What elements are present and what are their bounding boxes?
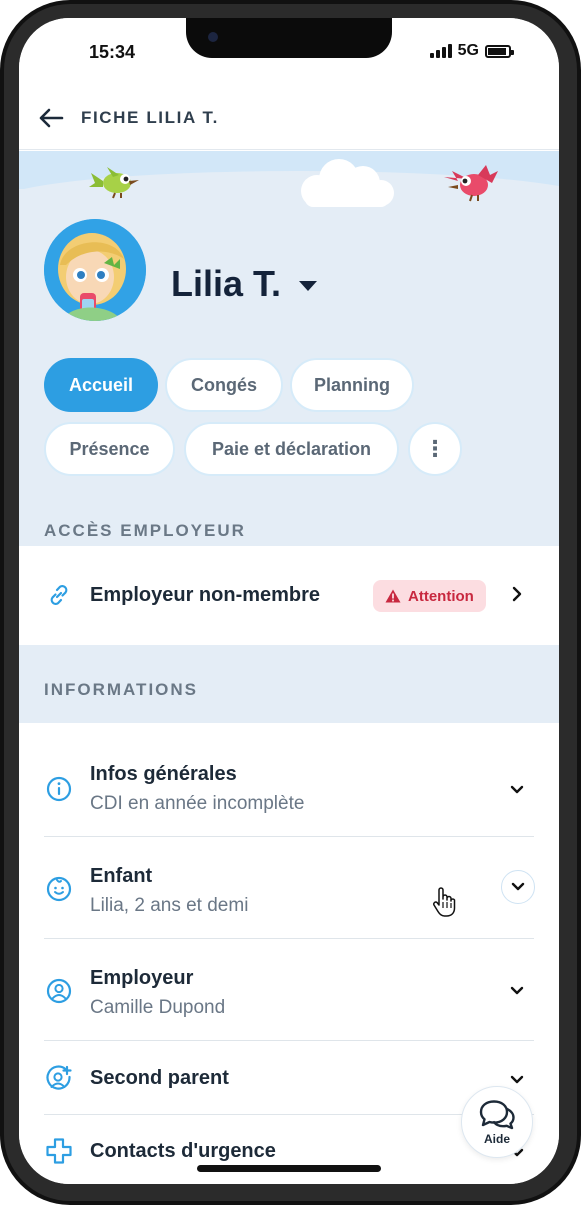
back-button[interactable]: [21, 86, 81, 150]
child-avatar: [44, 219, 146, 321]
chevron-down-icon: [510, 785, 524, 794]
chevron-down-icon: [510, 1075, 524, 1084]
info-item-infos-generales[interactable]: Infos générales CDI en année incomplète: [19, 723, 559, 837]
info-item-subtitle: Lilia, 2 ans et demi: [90, 895, 249, 916]
info-item-title: Second parent: [90, 1067, 229, 1089]
signal-strength-icon: [429, 44, 452, 58]
status-bar: 15:34 5G: [19, 18, 559, 86]
more-tabs-button[interactable]: ⋮: [408, 422, 462, 476]
info-item-subtitle: CDI en année incomplète: [90, 793, 305, 814]
chevron-down-icon: [510, 986, 524, 995]
info-item-title: Contacts d'urgence: [90, 1140, 276, 1162]
employer-non-member-label: Employeur non-membre: [90, 584, 321, 606]
expand-button[interactable]: [501, 870, 535, 904]
tab-conges[interactable]: Congés: [165, 358, 283, 412]
tab-presence[interactable]: Présence: [44, 422, 175, 476]
status-time: 15:34: [89, 42, 136, 62]
arrow-left-icon: [39, 108, 64, 127]
page-title: FICHE LILIA T.: [81, 107, 219, 127]
info-item-employeur[interactable]: Employeur Camille Dupond: [19, 939, 559, 1041]
plus-cross-icon: [45, 1137, 73, 1165]
red-bird-illustration: [444, 165, 498, 202]
profile-name[interactable]: Lilia T.: [171, 263, 281, 305]
section-label-informations: INFORMATIONS: [44, 680, 199, 699]
chat-bubbles-icon: [479, 1099, 515, 1129]
profile-hero: Lilia T. Accueil Congés Planning Présenc…: [19, 151, 559, 546]
help-label: Aide: [483, 1131, 510, 1146]
status-indicators: 5G: [429, 42, 514, 60]
user-circle-icon: [45, 977, 73, 1005]
user-plus-icon: [45, 1065, 73, 1093]
chevron-down-icon: [511, 882, 525, 891]
info-item-title: Enfant: [90, 865, 153, 887]
network-type: 5G: [457, 42, 479, 59]
front-camera-icon: [208, 32, 218, 42]
tab-accueil[interactable]: Accueil: [44, 358, 158, 412]
info-item-title: Infos générales: [90, 763, 237, 785]
camera-notch: [186, 18, 392, 58]
attention-badge-label: Attention: [408, 587, 474, 605]
app-screen: 15:34 5G FICHE LILIA T. Lilia T. Accueil…: [19, 18, 559, 1184]
info-item-title: Employeur: [90, 967, 194, 989]
cloud-illustration: [301, 159, 394, 207]
tab-planning[interactable]: Planning: [290, 358, 414, 412]
warning-triangle-icon: [385, 589, 401, 603]
informations-section-header: INFORMATIONS: [19, 645, 559, 723]
attention-badge: Attention: [373, 580, 486, 612]
child-face-icon: [45, 875, 73, 903]
section-label-acces-employeur: ACCÈS EMPLOYEUR: [44, 521, 246, 540]
caret-down-icon[interactable]: [299, 281, 317, 291]
link-icon: [45, 581, 73, 609]
tab-paie-declaration[interactable]: Paie et déclaration: [184, 422, 399, 476]
app-header: FICHE LILIA T.: [19, 86, 559, 150]
info-item-enfant[interactable]: Enfant Lilia, 2 ans et demi: [19, 837, 559, 939]
help-button[interactable]: Aide: [461, 1086, 533, 1158]
chevron-right-icon: [512, 586, 522, 602]
child-portrait-image: [44, 219, 146, 321]
hand-pointer-cursor-icon: [433, 887, 456, 917]
info-icon: [45, 775, 73, 803]
home-indicator: [197, 1165, 381, 1172]
battery-icon: [485, 44, 514, 58]
green-bird-illustration: [89, 167, 139, 199]
employer-non-member-row[interactable]: Employeur non-membre Attention: [19, 547, 559, 644]
info-item-subtitle: Camille Dupond: [90, 997, 226, 1018]
